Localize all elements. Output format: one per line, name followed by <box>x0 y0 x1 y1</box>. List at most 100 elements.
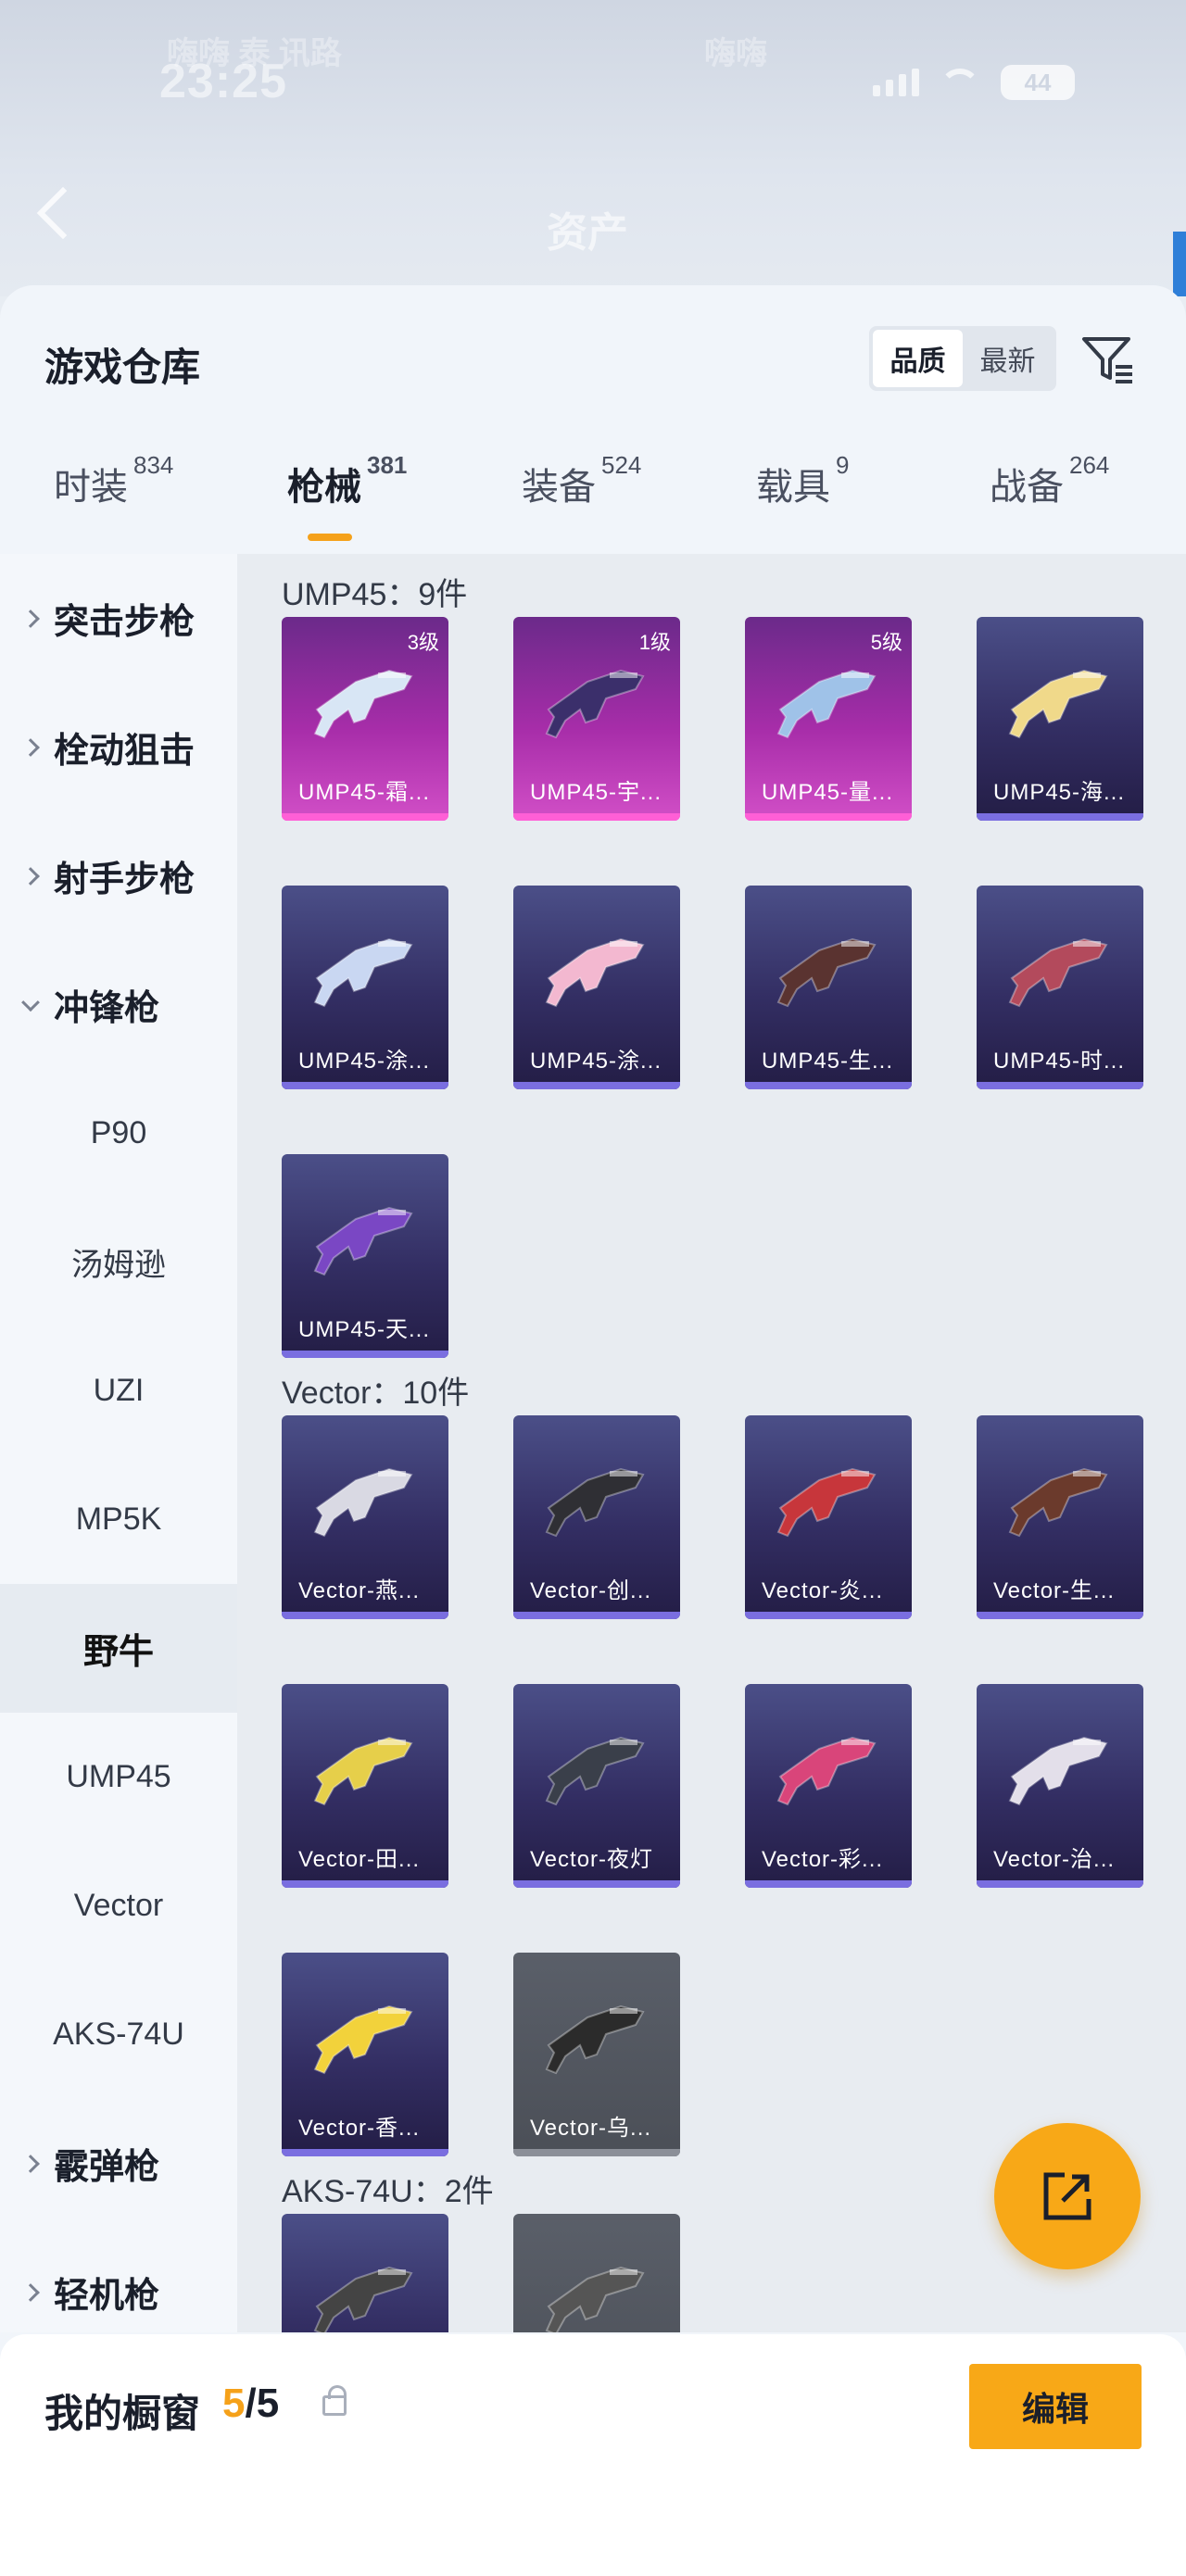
item-card[interactable]: Vector-香... <box>282 1953 448 2156</box>
item-card[interactable]: Vector-治... <box>977 1684 1143 1888</box>
item-name: UMP45-涂... <box>298 1049 431 1074</box>
sidebar-item-shotgun[interactable]: 霰弹枪 <box>0 2099 237 2228</box>
item-level: 3级 <box>407 631 439 654</box>
item-card[interactable]: UMP45-生... <box>745 886 912 1089</box>
edge-decoration <box>1173 232 1186 296</box>
item-level: 5级 <box>870 631 902 654</box>
sort-option-newest[interactable]: 最新 <box>963 330 1053 387</box>
chevron-right-icon <box>21 2154 40 2173</box>
battery-indicator: 44 <box>1001 65 1075 100</box>
sheet-title: 游戏仓库 <box>44 346 201 389</box>
tab-fashion[interactable]: 时装834 <box>54 451 173 510</box>
rarity-bar <box>513 813 680 821</box>
item-card[interactable]: 3级 UMP45-霜... <box>282 617 448 821</box>
weapon-skin-image <box>313 1467 413 1538</box>
wifi-icon <box>940 69 980 96</box>
item-card[interactable]: UMP45-涂... <box>513 886 680 1089</box>
item-name: Vector-香... <box>298 2116 421 2141</box>
item-card[interactable]: UMP45-天... <box>282 1154 448 1358</box>
item-card[interactable]: Vector-生... <box>977 1415 1143 1619</box>
share-icon <box>1043 2172 1091 2220</box>
tab-firearms[interactable]: 枪械381 <box>287 451 407 510</box>
showcase-bar: 我的橱窗 5/5 编辑 <box>0 2334 1186 2576</box>
weapon-type-sidebar: 突击步枪 栓动狙击 射手步枪 冲锋枪 P90 汤姆逊 UZI MP5K 野牛 U… <box>0 554 237 2332</box>
tab-equipment[interactable]: 装备524 <box>522 451 641 510</box>
item-card[interactable]: Vector-燕... <box>282 1415 448 1619</box>
sidebar-item-p90[interactable]: P90 <box>0 1069 237 1198</box>
weapon-skin-image <box>776 937 877 1008</box>
weapon-skin-image <box>545 2266 645 2332</box>
item-card[interactable]: Vector-乌... <box>513 1953 680 2156</box>
page-title: 资产 <box>547 210 628 256</box>
item-card[interactable]: UMP45-海... <box>977 617 1143 821</box>
sidebar-item-bizon[interactable]: 野牛 <box>0 1584 237 1713</box>
sidebar-item-thompson[interactable]: 汤姆逊 <box>0 1198 237 1326</box>
sidebar-item-assault-rifle[interactable]: 突击步枪 <box>0 554 237 683</box>
sidebar-item-uzi[interactable]: UZI <box>0 1326 237 1455</box>
rarity-bar <box>513 1082 680 1089</box>
item-card[interactable]: Vector-炎... <box>745 1415 912 1619</box>
item-name: Vector-燕... <box>298 1578 421 1603</box>
item-card[interactable]: Vector-夜灯 <box>513 1684 680 1888</box>
sidebar-item-bolt-sniper[interactable]: 栓动狙击 <box>0 683 237 811</box>
chevron-right-icon <box>21 737 40 757</box>
weapon-skin-image <box>313 2004 413 2075</box>
sidebar-item-mp5k[interactable]: MP5K <box>0 1455 237 1584</box>
showcase-count: 5/5 <box>222 2381 280 2426</box>
weapon-skin-image <box>776 1467 877 1538</box>
weapon-skin-image <box>313 669 413 739</box>
item-card[interactable]: Vector-彩... <box>745 1684 912 1888</box>
item-grid: UMP45：9件 3级 UMP45-霜... 1级 UMP45-宇... 5级 UMP45-… <box>237 554 1186 2332</box>
rarity-bar <box>513 2149 680 2156</box>
status-time: 23:25 <box>159 55 287 108</box>
rarity-bar <box>282 1351 448 1358</box>
item-card[interactable]: 1级 UMP45-宇... <box>513 617 680 821</box>
item-card[interactable]: 5级 UMP45-量... <box>745 617 912 821</box>
chevron-right-icon <box>21 2282 40 2302</box>
weapon-skin-image <box>1008 937 1108 1008</box>
sort-toggle: 品质 最新 <box>869 326 1056 391</box>
sidebar-item-ump45[interactable]: UMP45 <box>0 1713 237 1841</box>
sidebar-item-smg[interactable]: 冲锋枪 <box>0 940 237 1069</box>
weapon-skin-image <box>545 2004 645 2075</box>
item-name: Vector-生... <box>993 1578 1116 1603</box>
sidebar-item-marksman-rifle[interactable]: 射手步枪 <box>0 811 237 940</box>
item-card[interactable]: Vector-创... <box>513 1415 680 1619</box>
item-name: Vector-炎... <box>762 1578 884 1603</box>
item-name: Vector-创... <box>530 1578 652 1603</box>
rarity-bar <box>282 1082 448 1089</box>
blurred-header-text-right: 嗨嗨 <box>704 36 767 71</box>
showcase-title: 我的橱窗 <box>44 2392 201 2435</box>
sidebar-item-aks74u[interactable]: AKS-74U <box>0 1970 237 2099</box>
tab-supplies[interactable]: 战备264 <box>990 451 1109 510</box>
section-title: AKS-74U：2件 <box>282 2174 494 2209</box>
item-card[interactable] <box>513 2214 680 2332</box>
item-card[interactable]: Vector-田... <box>282 1684 448 1888</box>
edit-button[interactable]: 编辑 <box>969 2364 1142 2449</box>
rarity-bar <box>282 2149 448 2156</box>
item-name: Vector-乌... <box>530 2116 652 2141</box>
rarity-bar <box>745 1082 912 1089</box>
weapon-skin-image <box>545 669 645 739</box>
section-title: UMP45：9件 <box>282 577 468 612</box>
rarity-bar <box>513 1880 680 1888</box>
weapon-skin-image <box>313 1736 413 1806</box>
share-button[interactable] <box>994 2123 1141 2269</box>
item-name: Vector-彩... <box>762 1847 884 1872</box>
weapon-skin-image <box>776 1736 877 1806</box>
tab-vehicles[interactable]: 载具9 <box>756 451 849 510</box>
weapon-skin-image <box>545 937 645 1008</box>
item-level: 1级 <box>638 631 671 654</box>
item-name: Vector-田... <box>298 1847 421 1872</box>
chevron-right-icon <box>21 609 40 628</box>
sidebar-item-vector[interactable]: Vector <box>0 1841 237 1970</box>
item-card[interactable]: UMP45-涂... <box>282 886 448 1089</box>
item-card[interactable] <box>282 2214 448 2332</box>
item-card[interactable]: UMP45-时... <box>977 886 1143 1089</box>
weapon-skin-image <box>1008 1736 1108 1806</box>
filter-icon[interactable] <box>1080 332 1136 387</box>
sort-option-quality[interactable]: 品质 <box>873 330 963 387</box>
back-icon[interactable] <box>36 186 90 240</box>
weapon-skin-image <box>776 669 877 739</box>
rarity-bar <box>513 1612 680 1619</box>
